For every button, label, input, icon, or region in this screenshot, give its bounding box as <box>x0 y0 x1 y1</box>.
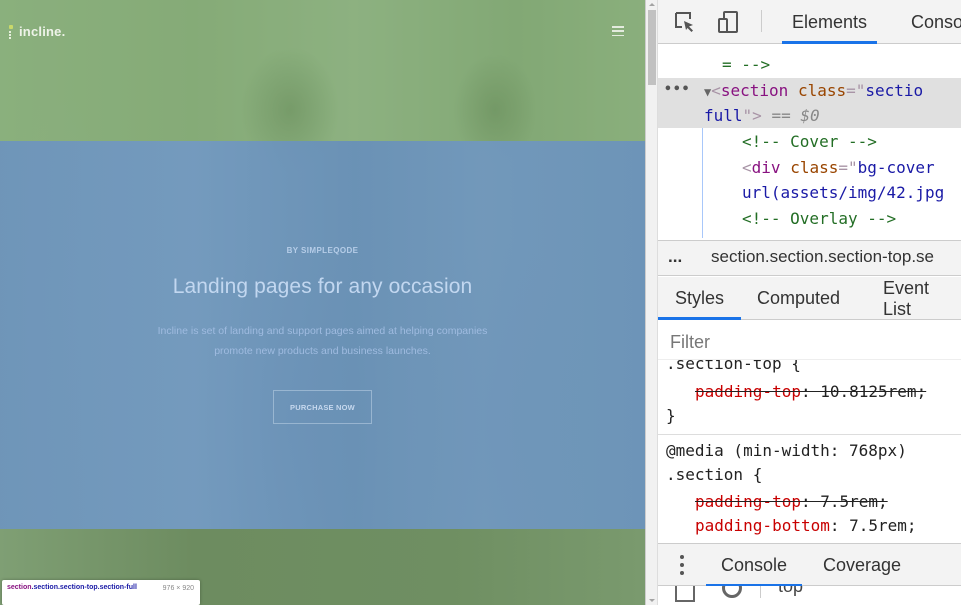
page-scrollbar[interactable] <box>646 0 658 605</box>
screen: incline. BY SIMPLEQODE Landing pages for… <box>0 0 961 605</box>
css-value: : 7.5rem; <box>800 492 888 511</box>
logo-mark-icon <box>9 24 15 39</box>
attr-value-end: full <box>704 106 743 125</box>
dom-comment-end[interactable]: = --> <box>722 52 770 77</box>
dom-node-section-selected[interactable]: ▼<section class="sectio <box>704 78 923 103</box>
rule1-declaration[interactable]: padding-top: 10.8125rem; <box>695 380 926 404</box>
attr-eq: =" <box>838 158 858 177</box>
tooltip-selector: section.section.section-top.section-full <box>7 583 152 592</box>
tooltip-classes: .section.section-top.section-full <box>31 584 137 591</box>
styles-rules-pane: .section-top { padding-top: 10.8125rem; … <box>658 360 961 543</box>
inspect-tooltip: section.section.section-top.section-full… <box>2 580 200 605</box>
devtools-toolbar: Elements Conso <box>658 0 961 44</box>
logo[interactable]: incline. <box>9 24 65 39</box>
dom-comment-cover[interactable]: <!-- Cover --> <box>742 129 877 154</box>
hero-lead-text: Incline is set of landing and support pa… <box>157 325 488 357</box>
attr-value: sectio <box>865 81 924 100</box>
drawer-menu-icon[interactable] <box>680 555 684 575</box>
css-value: : 10.8125rem; <box>800 382 927 401</box>
clear-console-icon[interactable] <box>722 586 742 598</box>
css-property: padding-top <box>695 492 801 511</box>
tab-computed[interactable]: Computed <box>757 277 840 320</box>
padding-top-highlight <box>0 0 645 141</box>
tree-guide-line <box>702 128 703 238</box>
hero-headline: Landing pages for any occasion <box>172 275 473 298</box>
drawer-tabbar: Console Coverage <box>658 543 961 587</box>
tag-name: div <box>751 158 781 177</box>
tab-coverage[interactable]: Coverage <box>823 544 901 587</box>
rule2-media-query[interactable]: @media (min-width: 768px) <box>666 439 907 463</box>
console-toolbar: top <box>658 586 961 605</box>
scroll-down-arrow-icon[interactable] <box>649 599 655 602</box>
rule2-declaration-padding-top[interactable]: padding-top: 7.5rem; <box>695 490 888 514</box>
breadcrumb-overflow[interactable]: ... <box>668 247 682 267</box>
attr-name: class <box>797 81 847 100</box>
breadcrumb: ... section.section.section-top.se <box>658 240 961 276</box>
tab-styles[interactable]: Styles <box>657 277 742 320</box>
selected-marker: == $0 <box>771 106 820 125</box>
logo-text: incline. <box>19 24 66 39</box>
rule2-declaration-padding-bottom[interactable]: padding-bottom: 7.5rem; <box>695 514 917 538</box>
tag-open: < <box>742 158 752 177</box>
dom-node-div-url[interactable]: url(assets/img/42.jpg <box>742 180 944 205</box>
tag-close: "> <box>742 106 762 125</box>
console-toolbar-divider <box>760 586 761 598</box>
rule2-selector[interactable]: .section { <box>666 463 762 487</box>
rule1-selector[interactable]: .section-top { <box>666 360 801 376</box>
rule1-close-brace: } <box>666 406 676 425</box>
attr-eq: =" <box>846 81 866 100</box>
devtools-panel: Elements Conso ••• = --> ▼<section class… <box>645 0 961 605</box>
tab-event-listeners[interactable]: Event List <box>883 277 961 320</box>
styles-tabbar: Styles Computed Event List <box>657 277 961 320</box>
console-sidebar-icon[interactable] <box>675 586 695 602</box>
tag-name: section <box>720 81 789 100</box>
breadcrumb-item-section[interactable]: section.section.section-top.se <box>711 247 934 267</box>
tooltip-size: 976 × 920 <box>162 585 194 592</box>
toolbar-divider <box>761 10 762 32</box>
dom-comment-overlay[interactable]: <!-- Overlay --> <box>742 206 896 231</box>
page-viewport: incline. BY SIMPLEQODE Landing pages for… <box>0 0 645 605</box>
tab-console[interactable]: Conso <box>911 0 961 44</box>
tab-console-drawer[interactable]: Console <box>705 544 803 587</box>
device-toolbar-icon[interactable] <box>716 10 740 34</box>
css-property: padding-top <box>695 382 801 401</box>
purchase-now-button[interactable]: PURCHASE NOW <box>273 390 372 424</box>
console-context-select[interactable]: top <box>778 586 803 597</box>
tag-open: < <box>711 81 721 100</box>
scroll-up-arrow-icon[interactable] <box>649 3 655 6</box>
dom-node-div-bg-cover[interactable]: <div class="bg-cover <box>742 155 935 180</box>
attr-value: bg-cover <box>857 158 935 177</box>
css-value: : 7.5rem; <box>829 516 917 535</box>
elements-dom-tree: ••• = --> ▼<section class="sectio full">… <box>658 44 961 240</box>
node-actions-dots[interactable]: ••• <box>664 82 690 97</box>
dom-node-section-selected-cont[interactable]: full"> == $0 <box>704 103 820 128</box>
hamburger-menu-icon[interactable] <box>612 26 624 36</box>
styles-filter-row <box>658 320 961 360</box>
tab-elements[interactable]: Elements <box>781 0 878 44</box>
css-property: padding-bottom <box>695 516 830 535</box>
tooltip-tag: section <box>7 584 32 591</box>
hero-eyebrow: BY SIMPLEQODE <box>286 246 359 255</box>
styles-filter-input[interactable] <box>658 326 961 358</box>
attr-name: class <box>790 158 839 177</box>
inspect-element-icon[interactable] <box>673 10 697 34</box>
scroll-thumb[interactable] <box>648 10 656 85</box>
rule-divider <box>658 434 961 435</box>
